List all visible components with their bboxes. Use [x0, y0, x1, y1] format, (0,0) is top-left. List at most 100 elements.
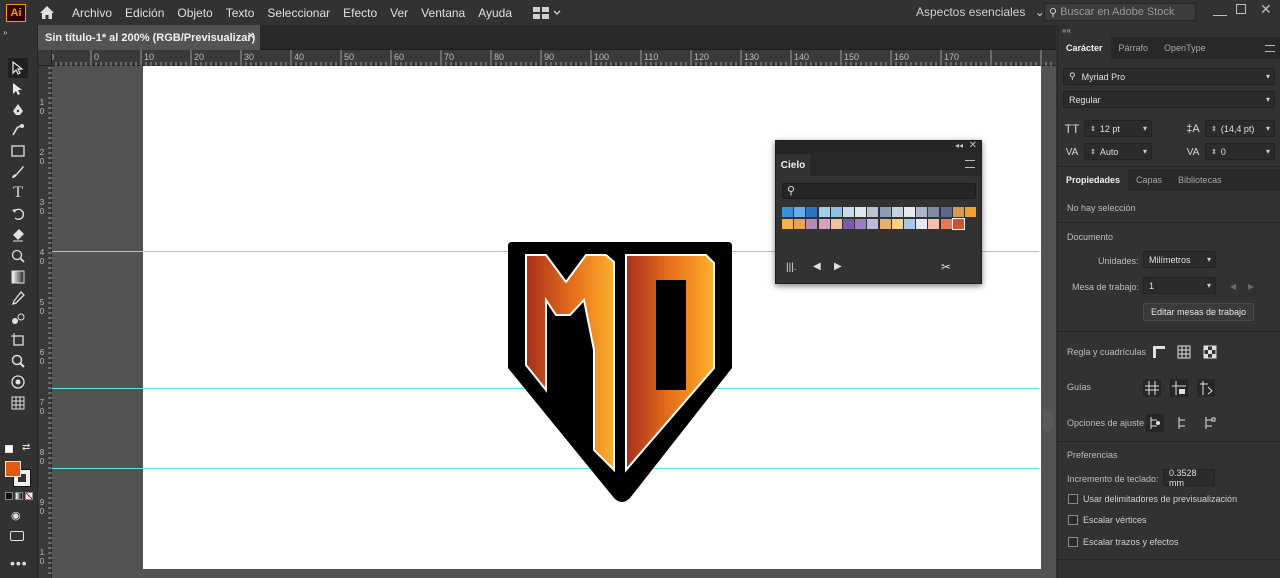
color-swatch[interactable]: [867, 219, 879, 229]
panel-header[interactable]: ◂◂ ✕: [776, 140, 981, 154]
snap-to-point-icon[interactable]: [1146, 414, 1164, 432]
symbol-sprayer-tool-icon[interactable]: [9, 373, 27, 391]
smart-guides-icon[interactable]: [1197, 379, 1215, 397]
menu-archivo[interactable]: Archivo: [72, 6, 112, 20]
tab-parrafo[interactable]: Párrafo: [1111, 37, 1157, 59]
next-library-icon[interactable]: ▶: [834, 261, 842, 272]
grid-icon[interactable]: [1175, 343, 1193, 361]
collapse-panel-icon[interactable]: ◂◂: [955, 141, 963, 150]
pen-tool-icon[interactable]: [9, 101, 27, 119]
edit-artboards-button[interactable]: Editar mesas de trabajo: [1143, 303, 1254, 321]
menu-objeto[interactable]: Objeto: [177, 6, 212, 20]
warp-tool-icon[interactable]: [9, 247, 27, 265]
screen-mode-icon[interactable]: [10, 531, 24, 541]
tracking-field[interactable]: ⇕ 0 ▾: [1205, 143, 1275, 160]
color-swatch[interactable]: [940, 219, 952, 229]
color-swatch[interactable]: [891, 207, 903, 217]
swap-colors-icon[interactable]: ⇄: [22, 442, 30, 453]
direct-selection-tool-icon[interactable]: [9, 80, 27, 98]
menu-efecto[interactable]: Efecto: [343, 6, 377, 20]
stepper-icon[interactable]: ⇕: [1090, 125, 1096, 133]
color-swatch[interactable]: [794, 219, 806, 229]
keyboard-increment-field[interactable]: 0.3528 mm: [1163, 468, 1215, 488]
document-tab[interactable]: Sin título-1* al 200% (RGB/Previsualizar…: [38, 25, 260, 50]
dock-collapse-icon[interactable]: ««: [1062, 26, 1071, 35]
zoom-tool-icon[interactable]: [9, 352, 27, 370]
menu-seleccionar[interactable]: Seleccionar: [267, 6, 330, 20]
color-swatch[interactable]: [891, 219, 903, 229]
color-mode-icon[interactable]: [5, 492, 13, 500]
tab-opentype[interactable]: OpenType: [1156, 37, 1214, 59]
app-logo[interactable]: Ai: [6, 3, 26, 22]
color-swatch[interactable]: [904, 207, 915, 217]
color-swatch[interactable]: [818, 207, 830, 217]
font-family-field[interactable]: ⚲ Myriad Pro ▾: [1063, 68, 1275, 85]
lock-guides-icon[interactable]: [1170, 379, 1188, 397]
font-style-field[interactable]: Regular ▾: [1063, 91, 1275, 108]
graph-tool-icon[interactable]: [9, 394, 27, 412]
eraser-tool-icon[interactable]: [9, 226, 27, 244]
snap-to-pixel-icon[interactable]: [1174, 414, 1192, 432]
window-close-icon[interactable]: ✕: [1260, 1, 1272, 18]
menu-ver[interactable]: Ver: [390, 6, 408, 20]
show-guides-icon[interactable]: [1143, 379, 1161, 397]
font-size-field[interactable]: ⇕ 12 pt ▾: [1084, 120, 1152, 137]
color-swatch[interactable]: [916, 219, 928, 229]
rotate-tool-icon[interactable]: [9, 205, 27, 223]
drawing-mode-icon[interactable]: ◉: [11, 509, 21, 522]
color-swatch[interactable]: [940, 207, 952, 217]
color-swatch[interactable]: [879, 207, 891, 217]
default-colors-icon[interactable]: [5, 445, 13, 453]
stepper-icon[interactable]: ⇕: [1211, 125, 1217, 133]
eyedropper-tool-icon[interactable]: [9, 289, 27, 307]
horizontal-ruler[interactable]: 1001020304050607080901001101201301401501…: [38, 50, 1056, 66]
menu-ayuda[interactable]: Ayuda: [478, 6, 512, 20]
color-swatch[interactable]: [843, 207, 854, 217]
blend-tool-icon[interactable]: [9, 310, 27, 328]
arrange-documents-icon[interactable]: [533, 6, 561, 19]
color-swatch[interactable]: [830, 219, 842, 229]
collapse-toolbar-icon[interactable]: »: [3, 28, 7, 37]
tab-caracter[interactable]: Carácter: [1058, 37, 1111, 59]
gradient-mode-icon[interactable]: [15, 492, 23, 500]
stock-search-input[interactable]: ⚲ Buscar en Adobe Stock: [1044, 3, 1196, 21]
rectangle-tool-icon[interactable]: [9, 142, 27, 160]
panel-menu-icon[interactable]: [965, 160, 975, 168]
snap-to-grid-icon[interactable]: [1201, 414, 1219, 432]
tab-capas[interactable]: Capas: [1128, 169, 1170, 191]
color-swatch[interactable]: [806, 207, 818, 217]
units-select[interactable]: Milímetros ▾: [1143, 251, 1216, 268]
artboard-tool-icon[interactable]: [9, 331, 27, 349]
color-swatch[interactable]: [965, 207, 976, 217]
more-tools-icon[interactable]: •••: [10, 555, 28, 571]
color-swatch[interactable]: [782, 219, 793, 229]
tab-propiedades[interactable]: Propiedades: [1058, 169, 1129, 191]
md-logo-artwork[interactable]: [506, 240, 734, 505]
color-swatch[interactable]: [806, 219, 818, 229]
artboard-select[interactable]: 1 ▾: [1143, 277, 1216, 294]
color-swatch[interactable]: [843, 219, 854, 229]
panel-scrollbar[interactable]: [1043, 410, 1053, 432]
menu-edicion[interactable]: Edición: [125, 6, 164, 20]
scale-corners-checkbox[interactable]: [1068, 515, 1078, 525]
menu-texto[interactable]: Texto: [226, 6, 255, 20]
home-icon[interactable]: [38, 4, 56, 22]
window-restore-icon[interactable]: [1236, 4, 1246, 14]
color-swatch[interactable]: [855, 207, 867, 217]
vertical-ruler[interactable]: 1 0 2 0 3 0 4 0 5 0 6 0 7 0 8 0 9 0 1 0: [38, 66, 52, 578]
color-swatch[interactable]: [867, 207, 879, 217]
close-icon[interactable]: ×: [248, 30, 254, 42]
color-swatch[interactable]: [928, 219, 940, 229]
stepper-icon[interactable]: ⇕: [1211, 148, 1217, 156]
color-swatch[interactable]: [855, 219, 867, 229]
color-swatch[interactable]: [928, 207, 940, 217]
color-swatch[interactable]: [782, 207, 793, 217]
none-mode-icon[interactable]: [25, 492, 33, 500]
leading-field[interactable]: ⇕ (14,4 pt) ▾: [1205, 120, 1275, 137]
ruler-origin[interactable]: [38, 50, 52, 66]
color-swatch[interactable]: [818, 219, 830, 229]
scale-strokes-checkbox[interactable]: [1068, 537, 1078, 547]
close-panel-icon[interactable]: ✕: [969, 140, 977, 151]
color-swatch[interactable]: [830, 207, 842, 217]
color-swatch[interactable]: [794, 207, 806, 217]
